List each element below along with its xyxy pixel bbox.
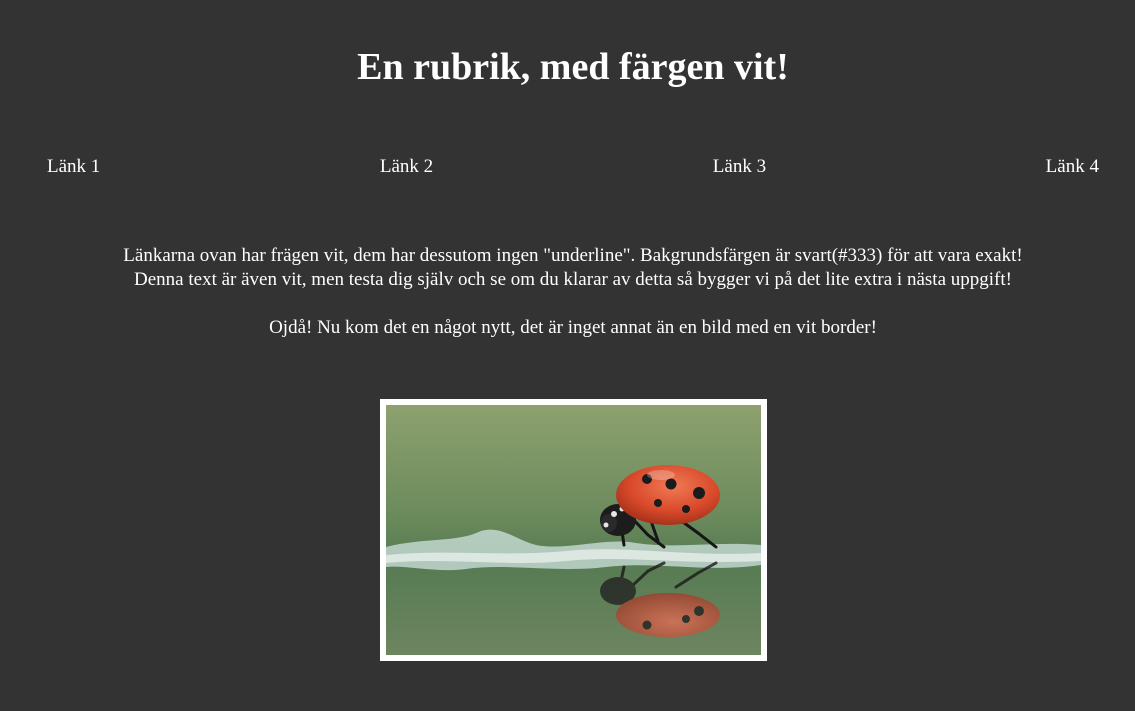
body-text: Länkarna ovan har frägen vit, dem har de… — [0, 244, 1135, 340]
nav-link-4[interactable]: Länk 4 — [1046, 155, 1099, 179]
text-line-2: Denna text är även vit, men testa dig sj… — [134, 269, 1012, 290]
nav-link-2[interactable]: Länk 2 — [380, 155, 433, 179]
text-line-3: Ojdå! Nu kom det en något nytt, det är i… — [269, 317, 877, 338]
nav-link-1[interactable]: Länk 1 — [47, 155, 100, 179]
page: En rubrik, med färgen vit! Länk 1 Länk 2… — [0, 0, 1135, 711]
nav-bar: Länk 1 Länk 2 Länk 3 Länk 4 — [47, 155, 1099, 179]
ladybug-illustration — [386, 405, 761, 655]
page-title: En rubrik, med färgen vit! — [357, 46, 789, 88]
nav-link-3[interactable]: Länk 3 — [713, 155, 766, 179]
text-line-1: Länkarna ovan har frägen vit, dem har de… — [123, 245, 1023, 266]
ladybug-image — [380, 399, 767, 661]
